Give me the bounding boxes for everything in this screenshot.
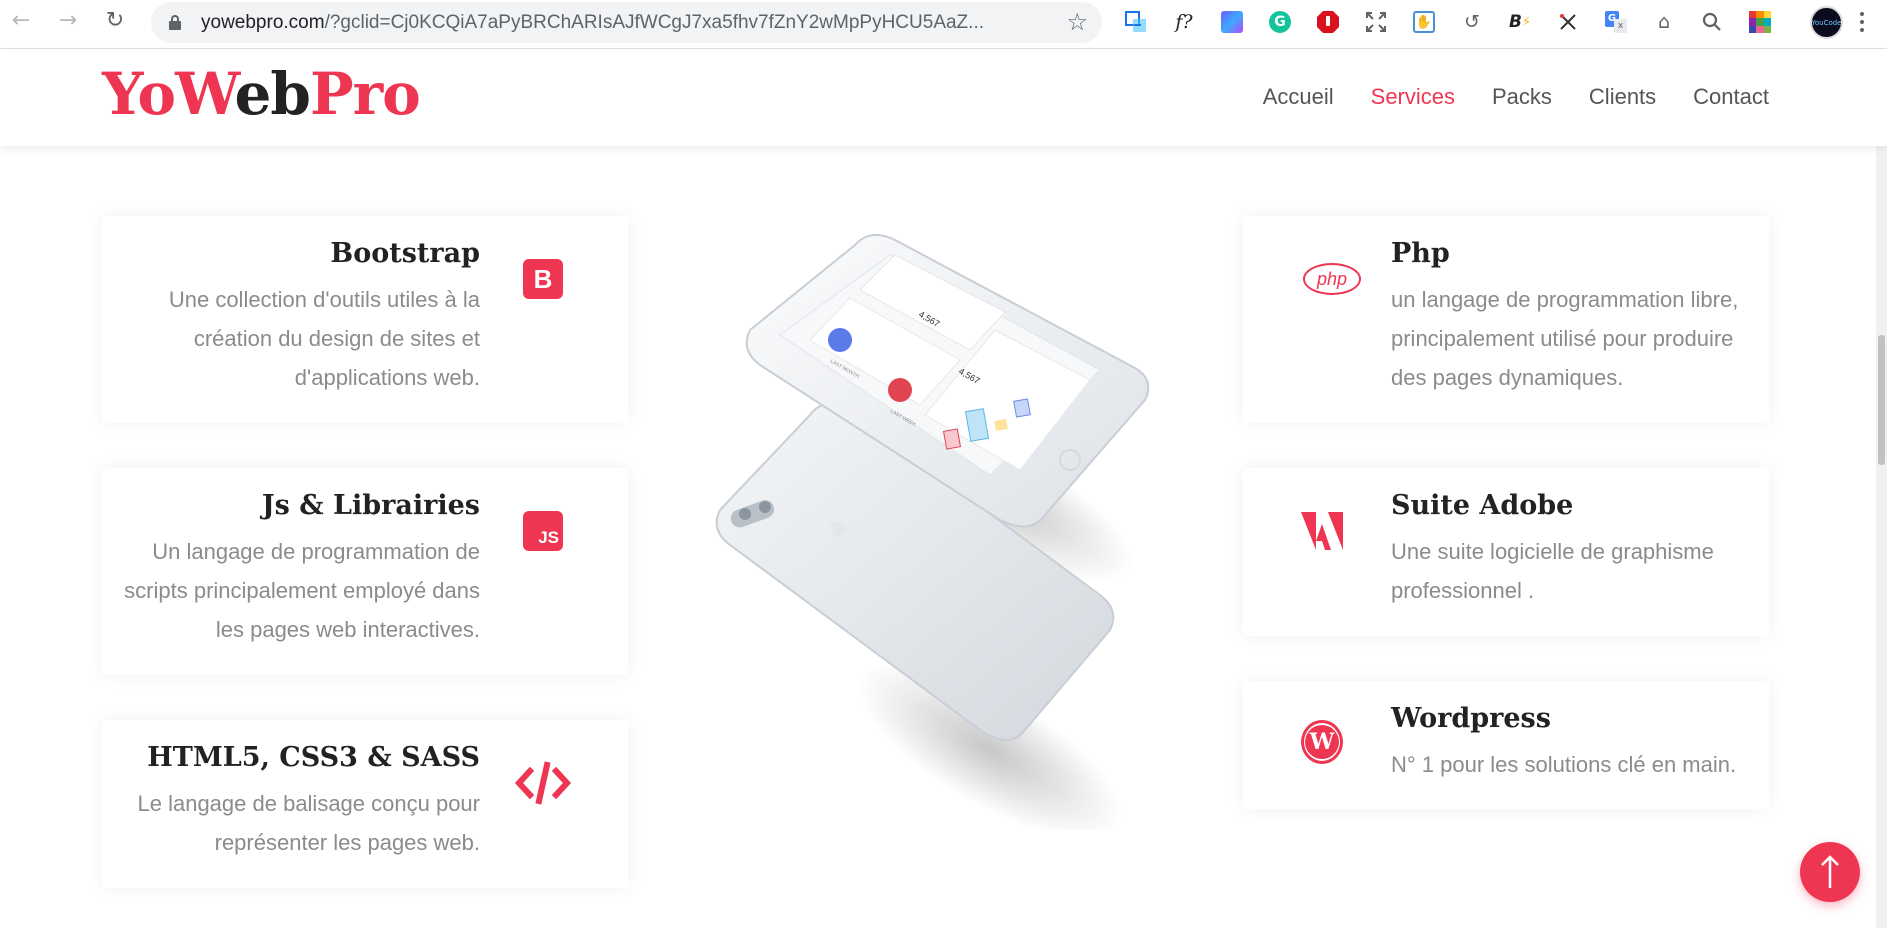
service-description: Le langage de balisage conçu pour représ… (137, 791, 481, 855)
service-card-bootstrap: Bootstrap Une collection d'outils utiles… (102, 216, 628, 423)
browser-menu-icon[interactable] (1860, 10, 1866, 34)
service-title: Suite Adobe (1391, 490, 1574, 521)
phone-mockup-image: 4,567 4,567 LAST MONTH LAST WEEK (690, 230, 1190, 839)
back-arrow-icon[interactable]: ← (10, 10, 32, 32)
service-card-js: Js & Librairies Un langage de programmat… (102, 468, 628, 675)
service-description: N° 1 pour les solutions clé en main. (1391, 752, 1737, 777)
service-title: Php (1391, 238, 1450, 269)
bootstrap-extension-icon[interactable]: B ⚡ (1507, 9, 1533, 35)
service-card-php: php Php un langage de programmation libr… (1243, 216, 1769, 423)
service-title: Wordpress (1391, 703, 1551, 734)
site-logo[interactable]: YoWebPro (102, 60, 421, 128)
php-icon: php (1301, 258, 1363, 300)
tools-extension-icon[interactable] (1555, 9, 1581, 35)
service-title: HTML5, CSS3 & SASS (147, 742, 480, 773)
nav-link-clients[interactable]: Clients (1589, 84, 1656, 110)
nav-link-packs[interactable]: Packs (1492, 84, 1552, 110)
address-bar[interactable]: yowebpro.com/?gclid=Cj0KCQiA7aPyBRChARIs… (151, 2, 1102, 43)
lock-icon (169, 15, 181, 30)
back-to-top-button[interactable] (1800, 842, 1860, 902)
service-description: Un langage de programmation de scripts p… (124, 539, 480, 642)
translate-extension-icon[interactable] (1123, 9, 1149, 35)
profile-avatar[interactable]: YouCode (1810, 6, 1843, 39)
reload-icon[interactable]: ↻ (104, 10, 126, 32)
hand-extension-icon[interactable]: ✋ (1411, 9, 1437, 35)
google-translate-extension-icon[interactable]: Gx (1603, 9, 1629, 35)
browser-toolbar: ← → ↻ yowebpro.com/?gclid=Cj0KCQiA7aPyBR… (0, 0, 1887, 49)
service-title: Bootstrap (330, 238, 480, 269)
service-card-adobe: Suite Adobe Une suite logicielle de grap… (1243, 468, 1769, 636)
gradient-square-extension-icon[interactable] (1219, 9, 1245, 35)
url-text[interactable]: yowebpro.com/?gclid=Cj0KCQiA7aPyBRChARIs… (201, 12, 1041, 34)
main-navigation: Accueil Services Packs Clients Contact (1263, 84, 1769, 110)
bookmark-star-icon[interactable]: ☆ (1066, 8, 1088, 36)
code-icon (513, 761, 573, 805)
grammarly-extension-icon[interactable]: G (1267, 9, 1293, 35)
nav-link-accueil[interactable]: Accueil (1263, 84, 1334, 110)
home-icon[interactable]: ⌂ (1651, 9, 1677, 35)
adblock-extension-icon[interactable] (1315, 9, 1341, 35)
scrollbar-thumb[interactable] (1878, 335, 1885, 465)
service-description: Une suite logicielle de graphisme profes… (1391, 539, 1714, 603)
service-description: Une collection d'outils utiles à la créa… (168, 287, 480, 390)
wordpress-icon: W (1301, 720, 1343, 764)
nav-link-services[interactable]: Services (1371, 84, 1455, 110)
adobe-icon (1301, 510, 1343, 552)
history-extension-icon[interactable]: ↺ (1459, 9, 1485, 35)
page-scrollbar[interactable] (1876, 49, 1887, 928)
color-palette-extension-icon[interactable] (1747, 9, 1773, 35)
service-card-wordpress: W Wordpress N° 1 pour les solutions clé … (1243, 681, 1769, 809)
font-finder-extension-icon[interactable]: f? (1171, 9, 1197, 35)
nav-link-contact[interactable]: Contact (1693, 84, 1769, 110)
search-icon[interactable] (1699, 9, 1725, 35)
forward-arrow-icon[interactable]: → (57, 10, 79, 32)
service-card-html: HTML5, CSS3 & SASS Le langage de balisag… (102, 720, 628, 888)
fullscreen-extension-icon[interactable] (1363, 9, 1389, 35)
service-description: un langage de programmation libre, princ… (1391, 287, 1739, 390)
arrow-up-icon (1821, 855, 1839, 888)
js-icon: JS (522, 510, 564, 552)
site-header: YoWebPro Accueil Services Packs Clients … (0, 49, 1887, 146)
bootstrap-icon: B (522, 258, 564, 300)
service-title: Js & Librairies (261, 490, 480, 521)
